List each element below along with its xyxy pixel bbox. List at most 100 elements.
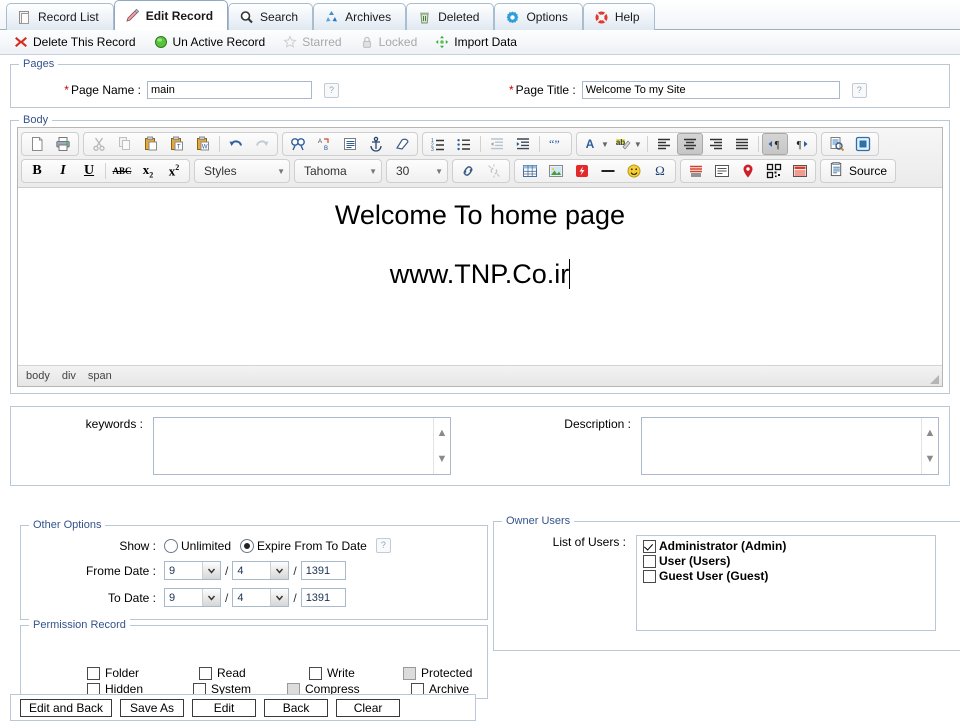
chevron-up-icon[interactable]: ▲ — [437, 427, 448, 439]
chevron-up-icon[interactable]: ▲ — [925, 427, 936, 439]
special-char-icon[interactable]: Ω — [647, 160, 673, 182]
paste-icon[interactable] — [138, 133, 164, 155]
link-icon[interactable] — [455, 160, 481, 182]
page-name-input[interactable] — [147, 81, 312, 99]
radio-expire-from-to-date[interactable] — [240, 538, 255, 553]
subscript-icon[interactable]: x2 — [135, 160, 161, 182]
maximize-icon[interactable] — [850, 133, 876, 155]
page-title-help-icon[interactable]: ? — [851, 82, 867, 98]
import-data-action[interactable]: Import Data — [435, 35, 517, 49]
users-list[interactable]: Administrator (Admin) User (Users) Guest… — [636, 535, 936, 631]
copy-icon[interactable] — [112, 133, 138, 155]
tab-archives[interactable]: Archives — [313, 3, 407, 30]
clear-button[interactable]: Clear — [336, 698, 401, 717]
keywords-scrollbar[interactable]: ▲ ▼ — [433, 418, 450, 474]
font-size-dropdown[interactable]: 30 ▼ — [386, 159, 448, 183]
permission-folder[interactable]: Folder — [87, 666, 139, 680]
align-left-icon[interactable] — [651, 133, 677, 155]
user-checkbox[interactable] — [643, 540, 656, 553]
styles-dropdown[interactable]: Styles ▼ — [194, 159, 290, 183]
ltr-icon[interactable]: ¶ — [761, 133, 788, 155]
read-checkbox[interactable] — [199, 666, 212, 680]
redo-icon[interactable] — [249, 133, 275, 155]
print-icon[interactable] — [50, 133, 76, 155]
rtl-icon[interactable]: ¶ — [788, 133, 814, 155]
to-year-input[interactable] — [300, 588, 346, 607]
resize-handle-icon[interactable] — [929, 374, 940, 385]
replace-icon[interactable]: AB — [311, 133, 337, 155]
list-item[interactable]: Administrator (Admin) — [643, 539, 935, 554]
tab-search[interactable]: Search — [228, 3, 314, 30]
page-name-help-icon[interactable]: ? — [324, 82, 339, 98]
tab-deleted[interactable]: Deleted — [406, 3, 495, 30]
from-month-select[interactable]: 4 — [232, 561, 290, 580]
page-title-input[interactable] — [581, 81, 840, 99]
tab-edit-record[interactable]: Edit Record — [113, 0, 229, 30]
blockquote-icon[interactable]: “” — [543, 133, 569, 155]
underline-icon[interactable]: U — [76, 160, 102, 182]
show-help-icon[interactable]: ? — [375, 538, 391, 553]
smiley-icon[interactable] — [621, 160, 647, 182]
font-dropdown[interactable]: Tahoma ▼ — [294, 159, 382, 183]
edit-and-back-button[interactable]: Edit and Back — [20, 698, 113, 717]
bg-color-caret-icon[interactable]: ▼ — [634, 140, 642, 149]
back-button[interactable]: Back — [264, 698, 329, 717]
write-checkbox[interactable] — [309, 666, 322, 680]
align-right-icon[interactable] — [703, 133, 729, 155]
image-icon[interactable] — [543, 160, 569, 182]
flash-icon[interactable] — [569, 160, 595, 182]
indent-icon[interactable] — [510, 133, 536, 155]
chevron-down-icon[interactable]: ▼ — [437, 453, 448, 465]
text-color-caret-icon[interactable]: ▼ — [601, 140, 609, 149]
align-center-icon[interactable] — [676, 133, 703, 155]
bulleted-list-icon[interactable] — [451, 133, 477, 155]
cut-icon[interactable] — [86, 133, 112, 155]
elements-path-body[interactable]: body — [26, 370, 50, 382]
preview-icon[interactable] — [824, 133, 850, 155]
to-day-select[interactable]: 9 — [164, 588, 221, 607]
permission-read[interactable]: Read — [199, 666, 246, 680]
unlink-icon[interactable] — [481, 160, 507, 182]
edit-button[interactable]: Edit — [192, 698, 257, 717]
outdent-icon[interactable] — [484, 133, 510, 155]
description-textarea[interactable]: ▲ ▼ — [641, 417, 939, 475]
delete-this-record-action[interactable]: Delete This Record — [14, 35, 136, 49]
source-button[interactable]: Source — [820, 159, 897, 183]
list-item[interactable]: Guest User (Guest) — [643, 569, 935, 584]
elements-path-div[interactable]: div — [62, 370, 76, 382]
find-icon[interactable] — [285, 133, 311, 155]
bg-color-icon[interactable]: ab — [612, 133, 634, 155]
tab-record-list[interactable]: Record List — [6, 3, 114, 30]
elements-path-span[interactable]: span — [88, 370, 112, 382]
user-checkbox[interactable] — [643, 555, 656, 568]
text-color-icon[interactable]: A — [579, 133, 601, 155]
starred-action[interactable]: Starred — [283, 35, 342, 49]
div-icon[interactable] — [683, 160, 709, 182]
template-icon[interactable] — [787, 160, 813, 182]
select-all-icon[interactable] — [337, 133, 363, 155]
table-icon[interactable] — [517, 160, 543, 182]
form-icon[interactable] — [709, 160, 735, 182]
user-checkbox[interactable] — [643, 570, 656, 583]
permission-write[interactable]: Write — [309, 666, 355, 680]
numbered-list-icon[interactable]: 123 — [425, 133, 451, 155]
qrcode-icon[interactable] — [761, 160, 787, 182]
new-page-icon[interactable] — [24, 133, 50, 155]
strikethrough-icon[interactable]: ABC — [109, 160, 135, 182]
description-scrollbar[interactable]: ▲ ▼ — [921, 418, 938, 474]
un-active-record-action[interactable]: Un Active Record — [154, 35, 265, 49]
superscript-icon[interactable]: x2 — [161, 160, 187, 182]
keywords-textarea[interactable]: ▲ ▼ — [153, 417, 451, 475]
folder-checkbox[interactable] — [87, 666, 100, 680]
from-year-input[interactable] — [300, 561, 346, 580]
save-as-button[interactable]: Save As — [120, 698, 185, 717]
tab-help[interactable]: Help — [582, 3, 655, 30]
tab-options[interactable]: Options — [494, 3, 583, 30]
remove-format-icon[interactable] — [389, 133, 415, 155]
hr-icon[interactable] — [595, 160, 621, 182]
marker-icon[interactable] — [735, 160, 761, 182]
chevron-down-icon[interactable]: ▼ — [925, 453, 936, 465]
paste-text-icon[interactable]: T — [164, 133, 190, 155]
undo-icon[interactable] — [223, 133, 249, 155]
bold-icon[interactable]: B — [24, 160, 50, 182]
